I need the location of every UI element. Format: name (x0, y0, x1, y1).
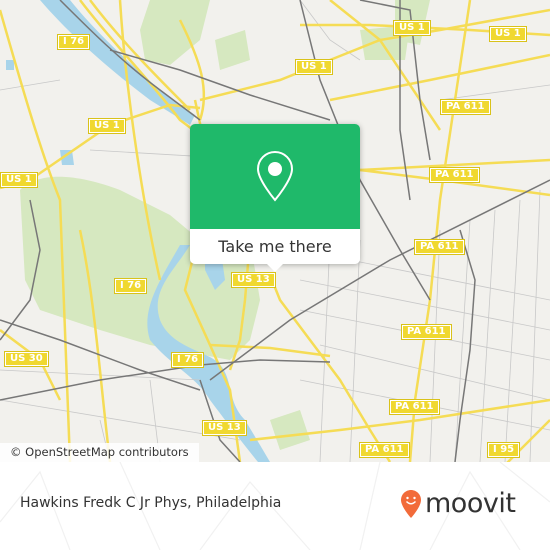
map-pin-icon (256, 150, 294, 202)
brand-name: moovit (425, 488, 516, 519)
moovit-pin-icon (401, 489, 421, 518)
take-me-there-button[interactable]: Take me there (190, 229, 360, 264)
place-name: Hawkins Fredk C Jr Phys, Philadelphia (20, 495, 282, 511)
road-label-us13: US 13 (231, 272, 276, 288)
road-label-pa611: PA 611 (389, 399, 440, 415)
road-label-pa611: PA 611 (429, 167, 480, 183)
road-label-us13: US 13 (202, 420, 247, 436)
road-label-i76: I 76 (170, 352, 205, 368)
map-attribution[interactable]: © OpenStreetMap contributors (0, 443, 199, 462)
road-label-i76: I 76 (113, 278, 148, 294)
road-label-pa611: PA 611 (440, 99, 491, 115)
road-label-us1: US 1 (393, 20, 431, 36)
footer: Hawkins Fredk C Jr Phys, Philadelphia mo… (0, 462, 550, 550)
road-label-us1: US 1 (489, 26, 527, 42)
road-label-pa611: PA 611 (401, 324, 452, 340)
popup-header (190, 124, 360, 229)
road-label-i95: I 95 (486, 442, 521, 458)
location-popup: Take me there (190, 124, 360, 272)
road-label-us30: US 30 (4, 351, 49, 367)
road-label-pa611: PA 611 (359, 442, 410, 458)
road-label-us1: US 1 (88, 118, 126, 134)
popup-pointer (267, 264, 283, 272)
road-label-us1: US 1 (0, 172, 38, 188)
road-label-i76: I 76 (56, 34, 91, 50)
road-label-us1: US 1 (295, 59, 333, 75)
road-label-pa611: PA 611 (414, 239, 465, 255)
moovit-logo[interactable]: moovit (400, 488, 516, 519)
